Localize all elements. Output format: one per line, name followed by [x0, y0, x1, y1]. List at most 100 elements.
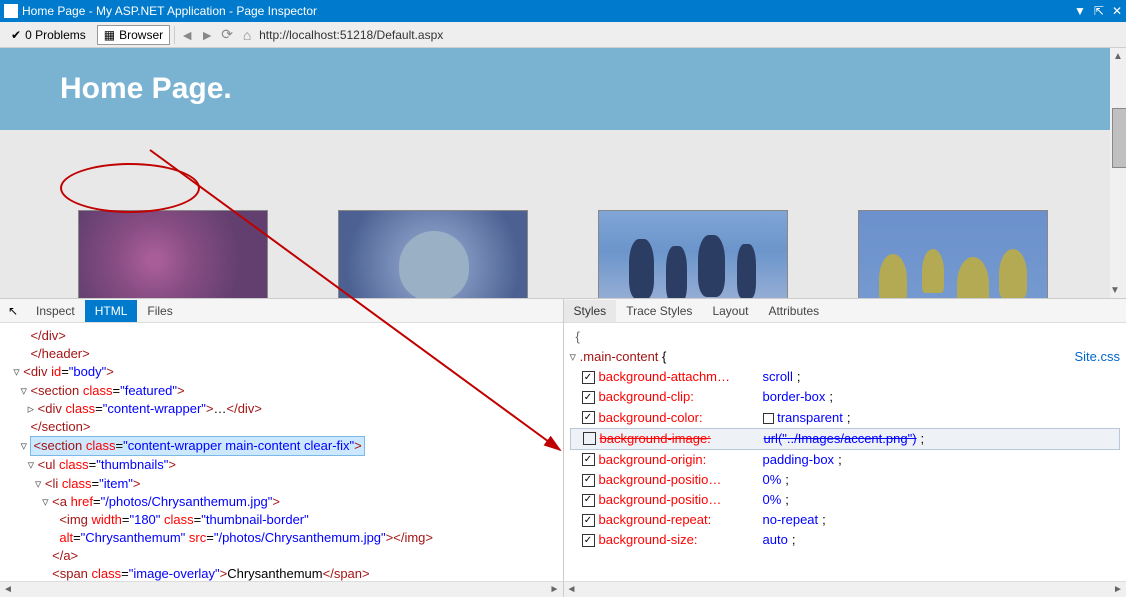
left-hscroll[interactable]: ◄ ► — [0, 581, 563, 597]
page-title: Home Page. — [60, 72, 1066, 106]
browser-preview: Home Page. ▲ ▼ — [0, 48, 1126, 298]
browser-icon: ▦ — [104, 28, 115, 42]
thumbnail-koala[interactable] — [338, 210, 528, 298]
css-property-row[interactable]: background-origin:padding-box; — [570, 450, 1121, 470]
thumbnail-penguins[interactable] — [598, 210, 788, 298]
css-property-row[interactable]: background-positio…0%; — [570, 490, 1121, 510]
right-tabbar: Styles Trace Styles Layout Attributes — [564, 299, 1126, 323]
css-property-name: background-positio… — [599, 470, 759, 490]
css-rules[interactable]: { ▿ .main-content { Site.css background-… — [564, 323, 1126, 581]
thumbnail-tulips[interactable] — [858, 210, 1048, 298]
scroll-up-icon[interactable]: ▲ — [1110, 48, 1126, 64]
forward-icon[interactable]: ► — [199, 27, 215, 43]
scrollbar-thumb[interactable] — [1112, 108, 1126, 168]
css-property-row[interactable]: background-color: transparent; — [570, 408, 1121, 428]
css-property-row[interactable]: background-image:url("../Images/accent.p… — [570, 428, 1121, 450]
tab-styles[interactable]: Styles — [564, 300, 617, 322]
code-line[interactable]: ▹<div class="content-wrapper">…</div> — [6, 400, 557, 418]
css-property-value[interactable]: border-box — [763, 387, 826, 407]
titlebar: Home Page - My ASP.NET Application - Pag… — [0, 0, 1126, 22]
html-tree[interactable]: </div> </header> ▿<div id="body"> ▿<sect… — [0, 323, 563, 581]
code-line[interactable]: ▿<div id="body"> — [6, 363, 557, 381]
url-field[interactable]: http://localhost:51218/Default.aspx — [259, 28, 443, 42]
property-checkbox[interactable] — [582, 371, 595, 384]
thumbnail-chrysanthemum[interactable] — [78, 210, 268, 298]
css-property-name: background-attachm… — [599, 367, 759, 387]
tab-layout[interactable]: Layout — [702, 300, 758, 322]
brace-icon: { — [570, 329, 586, 344]
thumbnail-gallery — [0, 210, 1126, 298]
css-property-name: background-clip: — [599, 387, 759, 407]
toolbar: ✔ 0 Problems ▦ Browser ◄ ► ⟳ ⌂ http://lo… — [0, 22, 1126, 48]
css-property-value[interactable]: padding-box — [763, 450, 835, 470]
tab-attributes[interactable]: Attributes — [758, 300, 829, 322]
css-property-name: background-repeat: — [599, 510, 759, 530]
scroll-left-icon[interactable]: ◄ — [0, 582, 16, 597]
inspect-label[interactable]: Inspect — [26, 300, 85, 322]
unpin-icon[interactable]: ⇱ — [1094, 4, 1104, 18]
property-checkbox[interactable] — [582, 494, 595, 507]
back-icon[interactable]: ◄ — [179, 27, 195, 43]
tab-html[interactable]: HTML — [85, 300, 138, 322]
property-checkbox[interactable] — [582, 534, 595, 547]
code-line[interactable]: <span class="image-overlay">Chrysanthemu… — [6, 565, 557, 581]
right-hscroll[interactable]: ◄ ► — [564, 581, 1126, 597]
browser-tab[interactable]: ▦ Browser — [97, 25, 170, 45]
css-property-value[interactable]: no-repeat — [763, 510, 819, 530]
css-property-name: background-positio… — [599, 490, 759, 510]
code-line[interactable]: </div> — [6, 327, 557, 345]
code-line[interactable]: alt="Chrysanthemum" src="/photos/Chrysan… — [6, 529, 557, 547]
property-checkbox[interactable] — [582, 474, 595, 487]
css-property-row[interactable]: background-size:auto; — [570, 530, 1121, 550]
document-icon — [4, 4, 18, 18]
styles-pane: Styles Trace Styles Layout Attributes { … — [564, 299, 1126, 597]
home-icon[interactable]: ⌂ — [239, 27, 255, 43]
scroll-right-icon[interactable]: ► — [1110, 582, 1126, 597]
scroll-right-icon[interactable]: ► — [547, 582, 563, 597]
css-property-row[interactable]: background-repeat:no-repeat; — [570, 510, 1121, 530]
problems-button[interactable]: ✔ 0 Problems — [4, 25, 93, 45]
code-line[interactable]: <img width="180" class="thumbnail-border… — [6, 511, 557, 529]
code-line[interactable]: </section> — [6, 418, 557, 436]
css-property-row[interactable]: background-attachm…scroll; — [570, 367, 1121, 387]
code-line[interactable]: ▿<section class="content-wrapper main-co… — [6, 436, 557, 456]
scroll-down-icon[interactable]: ▼ — [1110, 282, 1120, 298]
css-property-name: background-size: — [599, 530, 759, 550]
refresh-icon[interactable]: ⟳ — [219, 27, 235, 43]
css-property-value[interactable]: url("../Images/accent.png") — [764, 429, 917, 449]
tab-trace-styles[interactable]: Trace Styles — [616, 300, 702, 322]
browser-label: Browser — [119, 28, 163, 42]
property-checkbox[interactable] — [583, 432, 596, 445]
close-icon[interactable]: ✕ — [1112, 4, 1122, 18]
code-line[interactable]: ▿<ul class="thumbnails"> — [6, 456, 557, 474]
tab-files[interactable]: Files — [137, 300, 182, 322]
css-property-value[interactable]: scroll — [763, 367, 793, 387]
inspector-pane: ↖ Inspect HTML Files </div> </header> ▿<… — [0, 298, 1126, 597]
window-title: Home Page - My ASP.NET Application - Pag… — [22, 4, 317, 18]
code-line[interactable]: ▿<li class="item"> — [6, 475, 557, 493]
hero-banner: Home Page. — [0, 48, 1126, 130]
annotation-ellipse — [60, 163, 200, 213]
vertical-scrollbar[interactable]: ▲ ▼ — [1110, 48, 1126, 298]
css-property-value[interactable]: 0% — [763, 490, 782, 510]
css-selector[interactable]: .main-content — [580, 349, 659, 364]
inspect-cursor-icon[interactable]: ↖ — [4, 302, 22, 320]
code-line[interactable]: </header> — [6, 345, 557, 363]
dropdown-icon[interactable]: ▼ — [1074, 4, 1086, 18]
property-checkbox[interactable] — [582, 391, 595, 404]
css-property-row[interactable]: background-positio…0%; — [570, 470, 1121, 490]
property-checkbox[interactable] — [582, 514, 595, 527]
css-property-value[interactable]: 0% — [763, 470, 782, 490]
css-file-link[interactable]: Site.css — [1074, 347, 1120, 367]
css-property-value[interactable]: transparent — [763, 408, 843, 428]
css-property-value[interactable]: auto — [763, 530, 788, 550]
left-tabbar: ↖ Inspect HTML Files — [0, 299, 563, 323]
scroll-left-icon[interactable]: ◄ — [564, 582, 580, 597]
css-property-row[interactable]: background-clip:border-box; — [570, 387, 1121, 407]
code-line[interactable]: ▿<a href="/photos/Chrysanthemum.jpg"> — [6, 493, 557, 511]
css-property-name: background-origin: — [599, 450, 759, 470]
code-line[interactable]: </a> — [6, 547, 557, 565]
property-checkbox[interactable] — [582, 453, 595, 466]
property-checkbox[interactable] — [582, 411, 595, 424]
code-line[interactable]: ▿<section class="featured"> — [6, 382, 557, 400]
